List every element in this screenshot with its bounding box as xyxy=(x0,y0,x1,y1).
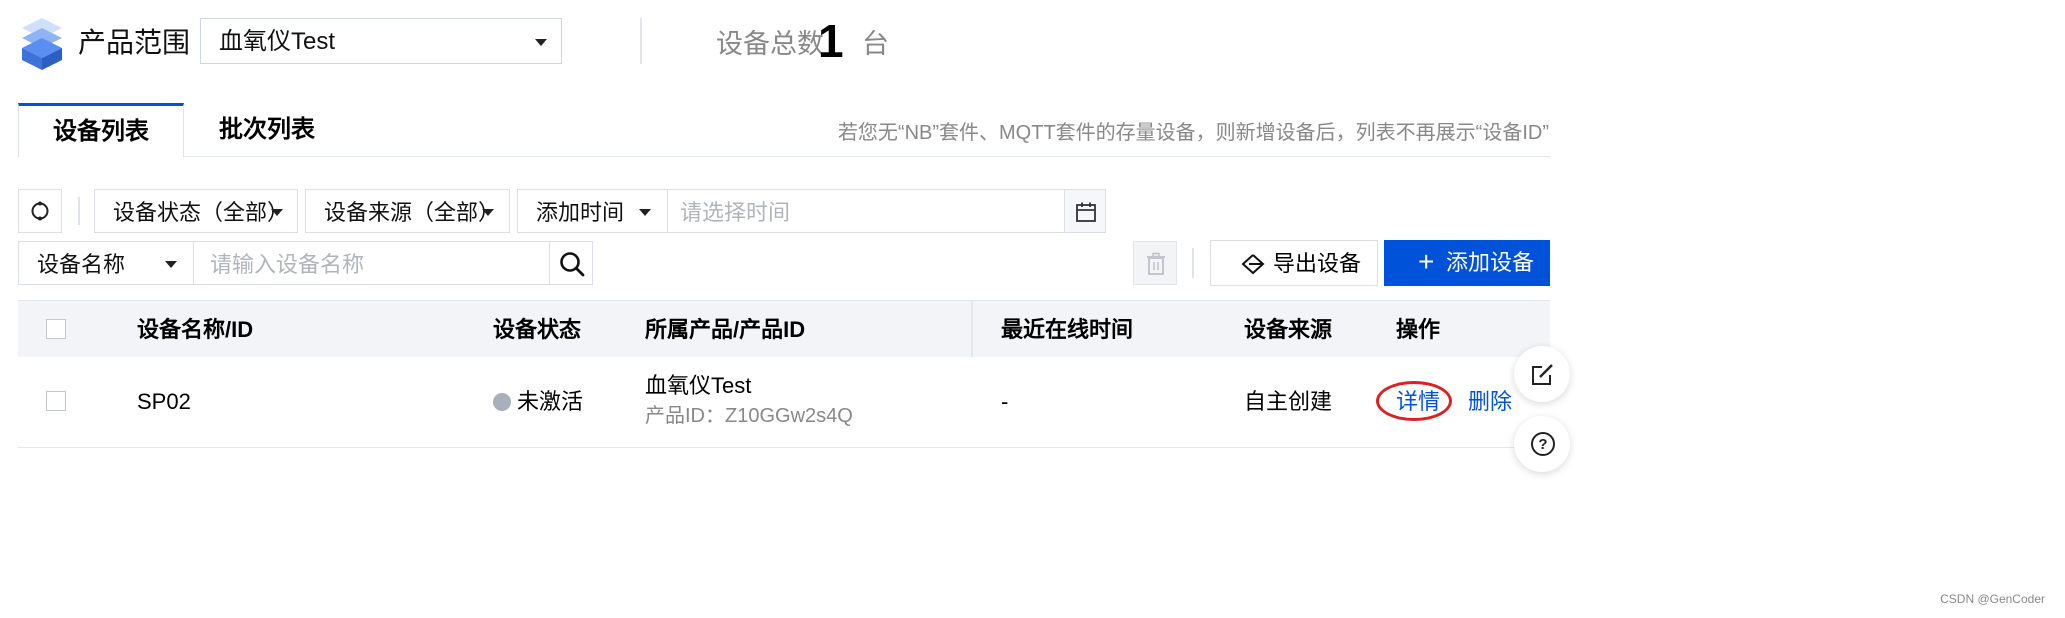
device-total-count: 1 xyxy=(818,15,844,67)
column-header-actions: 操作 xyxy=(1396,317,1441,342)
add-device-label: 添加设备 xyxy=(1446,250,1535,275)
toolbar-separator xyxy=(1192,248,1194,278)
source-filter-dropdown[interactable]: 设备来源（全部） xyxy=(305,189,510,233)
product-id: 产品ID：Z10GGw2s4Q xyxy=(645,405,853,427)
refresh-icon xyxy=(31,201,49,221)
date-range-placeholder: 请选择时间 xyxy=(680,200,791,225)
status-inactive-icon xyxy=(493,393,511,411)
header-divider xyxy=(640,18,642,64)
device-table-header: 设备名称/ID 设备状态 所属产品/产品ID 最近在线时间 设备来源 操作 xyxy=(18,300,1550,358)
calendar-icon xyxy=(1076,202,1096,222)
status-filter-label: 设备状态（全部） xyxy=(113,200,290,225)
device-source: 自主创建 xyxy=(1244,389,1333,414)
last-online-time: - xyxy=(1001,389,1009,414)
product-scope-label: 产品范围 xyxy=(78,27,191,58)
column-header-source: 设备来源 xyxy=(1244,317,1333,342)
export-icon xyxy=(1241,254,1265,275)
column-header-product: 所属产品/产品ID xyxy=(645,317,806,342)
feedback-button[interactable] xyxy=(1514,346,1570,402)
watermark: CSDN @GenCoder xyxy=(1940,592,2045,606)
chevron-down-icon xyxy=(482,209,494,216)
search-icon xyxy=(560,252,585,277)
refresh-button[interactable] xyxy=(18,189,62,233)
tab-device-list[interactable]: 设备列表 xyxy=(18,103,184,157)
chevron-down-icon xyxy=(639,209,651,216)
time-filter-label: 添加时间 xyxy=(536,200,625,225)
add-device-button[interactable]: + 添加设备 xyxy=(1384,240,1550,286)
chevron-down-icon xyxy=(535,39,547,46)
highlight-annotation xyxy=(1376,381,1452,421)
filter-separator xyxy=(78,197,80,225)
device-name: SP02 xyxy=(137,389,191,414)
export-devices-button[interactable]: 导出设备 xyxy=(1210,240,1378,286)
trash-icon xyxy=(1147,252,1165,275)
chevron-down-icon xyxy=(271,209,283,216)
row-checkbox[interactable] xyxy=(46,391,66,411)
time-filter-dropdown[interactable]: 添加时间 xyxy=(517,189,668,233)
name-field-dropdown[interactable]: 设备名称 xyxy=(18,241,194,285)
device-total-label: 设备总数 xyxy=(716,29,824,59)
edit-icon xyxy=(1532,364,1553,385)
date-range-input[interactable]: 请选择时间 xyxy=(667,189,1065,233)
search-button[interactable] xyxy=(549,241,593,285)
help-icon: ? xyxy=(1531,432,1555,456)
device-total-unit: 台 xyxy=(862,29,889,59)
help-button[interactable]: ? xyxy=(1514,416,1570,472)
batch-delete-button[interactable] xyxy=(1133,241,1177,285)
plus-icon: + xyxy=(1418,246,1435,277)
column-header-last-online: 最近在线时间 xyxy=(1001,317,1134,342)
chevron-down-icon xyxy=(165,261,177,268)
column-header-name: 设备名称/ID xyxy=(137,317,254,342)
device-status: 未激活 xyxy=(517,389,584,414)
name-field-label: 设备名称 xyxy=(37,252,126,277)
device-name-placeholder: 请输入设备名称 xyxy=(210,252,365,277)
product-select-value: 血氧仪Test xyxy=(219,28,336,55)
product-name: 血氧仪Test xyxy=(645,373,752,398)
product-select[interactable]: 血氧仪Test xyxy=(200,18,562,64)
status-filter-dropdown[interactable]: 设备状态（全部） xyxy=(94,189,298,233)
device-name-search-input[interactable]: 请输入设备名称 xyxy=(193,241,550,285)
column-header-status: 设备状态 xyxy=(493,317,582,342)
calendar-button[interactable] xyxy=(1064,189,1106,233)
svg-text:?: ? xyxy=(1538,436,1547,453)
source-filter-label: 设备来源（全部） xyxy=(324,200,501,225)
select-all-checkbox[interactable] xyxy=(46,319,66,339)
tab-batch-list[interactable]: 批次列表 xyxy=(184,103,350,157)
export-devices-label: 导出设备 xyxy=(1273,251,1362,276)
product-cube-icon xyxy=(18,14,66,74)
column-divider xyxy=(971,301,973,357)
delete-link[interactable]: 删除 xyxy=(1468,389,1512,415)
table-row: SP02 未激活 血氧仪Test 产品ID：Z10GGw2s4Q - 自主创建 … xyxy=(18,357,1550,448)
device-id-notice: 若您无“NB”套件、MQTT套件的存量设备，则新增设备后，列表不再展示“设备ID… xyxy=(837,122,1549,144)
